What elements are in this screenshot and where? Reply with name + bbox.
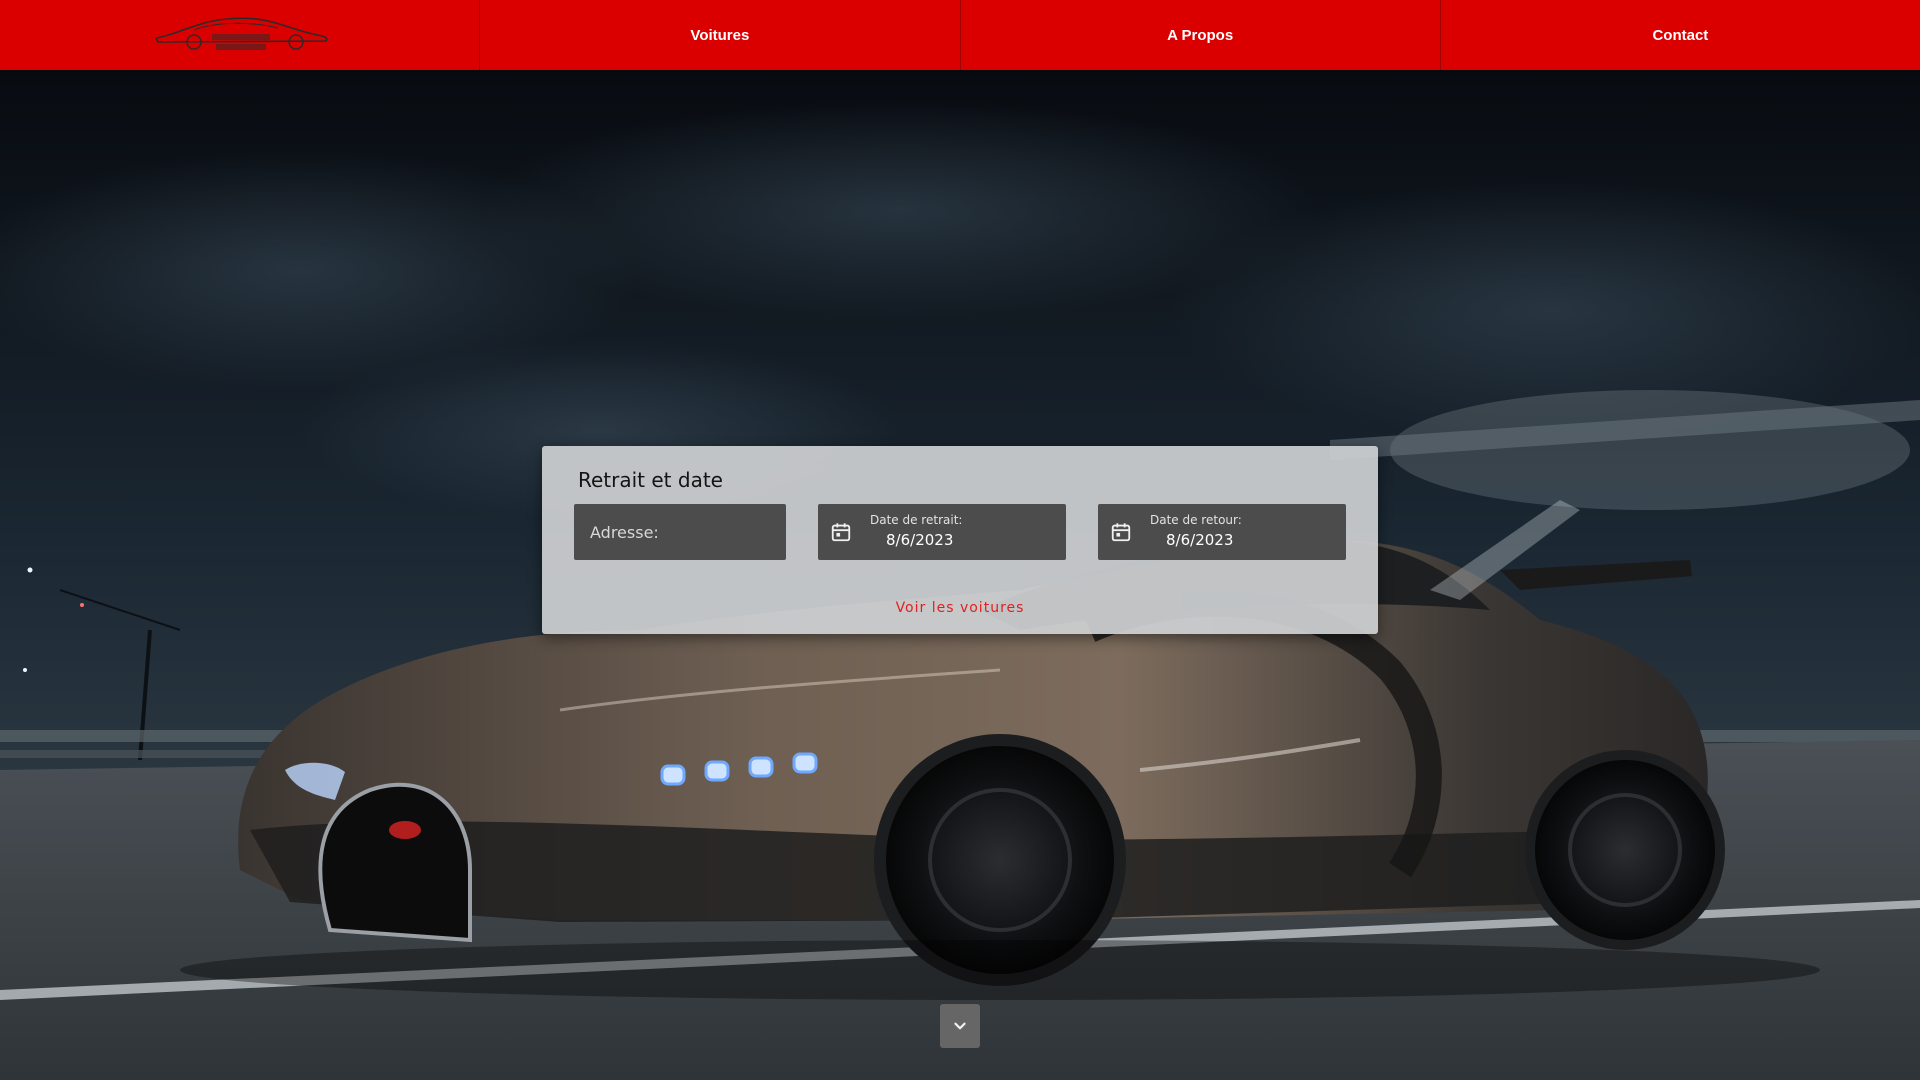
return-date-field[interactable]: Date de retour: 8/6/2023 (1098, 504, 1346, 560)
pickup-date-value[interactable]: 8/6/2023 (886, 531, 953, 549)
see-cars-button[interactable]: Voir les voitures (542, 600, 1378, 616)
chevron-down-icon (954, 1022, 966, 1030)
nav-contact[interactable]: Contact (1441, 0, 1920, 70)
address-input[interactable] (574, 504, 786, 560)
calendar-icon[interactable] (830, 521, 852, 543)
pickup-search-panel: Retrait et date Date de retrait: 8/6/202… (542, 446, 1378, 634)
logo-link[interactable] (0, 0, 481, 70)
pickup-date-label: Date de retrait: (870, 513, 963, 527)
nav-a-propos[interactable]: A Propos (961, 0, 1441, 70)
return-date-value[interactable]: 8/6/2023 (1166, 531, 1233, 549)
return-date-label: Date de retour: (1150, 513, 1242, 527)
address-field[interactable] (574, 504, 786, 560)
nav-voitures[interactable]: Voitures (480, 0, 961, 70)
car-logo-icon (154, 17, 328, 50)
top-navbar: Voitures A Propos Contact (0, 0, 1920, 70)
scroll-down-button[interactable] (940, 1004, 980, 1048)
calendar-icon[interactable] (1110, 521, 1132, 543)
pickup-date-field[interactable]: Date de retrait: 8/6/2023 (818, 504, 1066, 560)
panel-title: Retrait et date (578, 468, 723, 492)
